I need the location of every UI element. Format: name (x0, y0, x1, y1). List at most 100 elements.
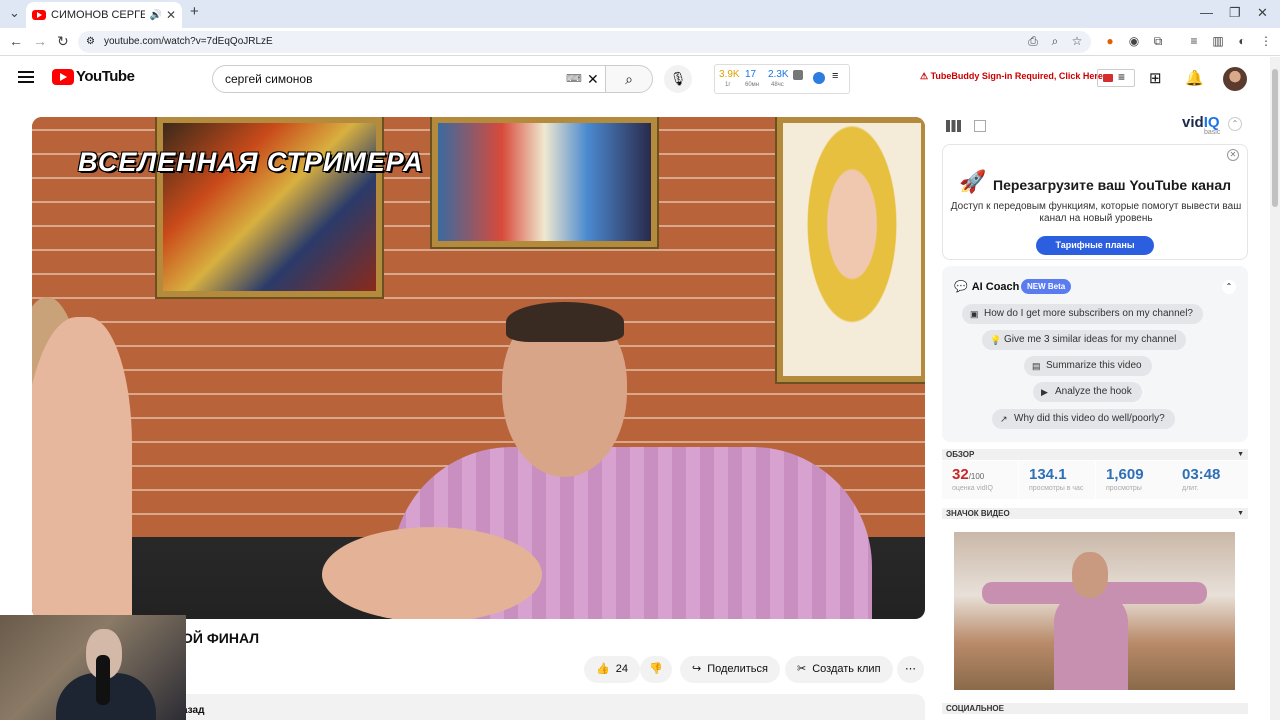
clear-search-icon[interactable]: ✕ (587, 66, 599, 92)
browser-tabstrip: ⌄ СИМОНОВ СЕРГЕЙ - МОЙ 🔊 ✕ + — ❐ ✕ (0, 0, 1280, 28)
site-info-icon[interactable]: ⚙ (86, 31, 95, 53)
views-per-hour: 134.1 (1029, 466, 1067, 483)
new-tab-icon[interactable]: + (190, 3, 199, 20)
browser-tab[interactable]: СИМОНОВ СЕРГЕЙ - МОЙ 🔊 ✕ (26, 2, 182, 28)
tubebuddy-signin-link[interactable]: ⚠ TubeBuddy Sign-in Required, Click Here (920, 71, 1103, 82)
analytics-icon[interactable] (974, 120, 986, 132)
views-count: 1,609 (1106, 466, 1144, 483)
more-actions-button[interactable]: ⋯ (897, 656, 924, 683)
ai-coach-panel: 💬 AI Coach NEW Beta ⌃ ▣ How do I get more… (942, 266, 1248, 442)
widget-menu-icon[interactable]: ≡ (832, 70, 838, 82)
scissors-icon: ✂ (797, 663, 807, 675)
youtube-favicon-icon (32, 10, 46, 20)
reload-icon[interactable]: ↻ (57, 33, 69, 50)
webcam-overlay (0, 615, 186, 720)
browser-menu-icon[interactable]: ⋮ (1259, 34, 1273, 48)
youtube-play-icon (52, 68, 74, 85)
create-clip-button[interactable]: ✂ Создать клип (785, 656, 893, 683)
tab-search-chevron-icon[interactable]: ⌄ (9, 5, 20, 21)
close-tab-icon[interactable]: ✕ (166, 8, 176, 22)
thumbnail-body (1054, 592, 1128, 690)
vidiq-toolbar: vidIQ basic ⌃ (942, 112, 1248, 140)
collapse-vidiq-icon[interactable]: ⌃ (1228, 117, 1242, 131)
extensions-puzzle-icon[interactable]: ⧉ (1151, 34, 1165, 48)
hamburger-menu-icon[interactable] (18, 71, 34, 83)
coach-question-ideas[interactable]: 💡 Give me 3 similar ideas for my channel (982, 330, 1187, 350)
vidiq-score: 32 (952, 466, 969, 483)
man-hand (322, 527, 542, 619)
video-icon: ▣ (970, 309, 979, 319)
side-panel-icon[interactable]: ▥ (1211, 34, 1225, 48)
microphone-icon: 🎙 (669, 71, 687, 86)
coach-question-performance[interactable]: ↗ Why did this video do well/poorly? (992, 409, 1175, 429)
like-button[interactable]: 👍 24 (584, 656, 640, 683)
restore-icon[interactable]: ❐ (1229, 5, 1241, 21)
new-beta-badge: NEW Beta (1021, 279, 1072, 294)
page-scrollbar[interactable] (1270, 57, 1280, 720)
tubebuddy-list-icon: ≡ (1118, 70, 1126, 84)
browser-toolbar: ← → ↻ ⚙ youtube.com/watch?v=7dEqQoJRLzE (0, 28, 1280, 56)
youtube-header: YouTube сергей симонов ⌨ ✕ ⌕ 🎙 3.9K 1г 1… (0, 57, 1270, 99)
thumbnail-head (1072, 552, 1108, 598)
overview-section-header[interactable]: ОБЗОР ▼ (942, 449, 1248, 460)
share-icon: ↪ (692, 663, 702, 675)
bookmark-star-icon[interactable]: ☆ (1070, 34, 1084, 48)
create-video-icon[interactable]: ⊞ (1149, 69, 1162, 87)
dislike-button[interactable]: 👎 (640, 656, 672, 683)
notifications-bell-icon[interactable]: 🔔 (1185, 69, 1204, 87)
install-app-icon[interactable]: ⎙ (1026, 34, 1040, 48)
vidiq-plan-label: basic (1204, 129, 1221, 136)
profile-icon[interactable]: ◐ (1235, 34, 1249, 48)
webcam-microphone (96, 655, 110, 705)
voice-search-button[interactable]: 🎙 (664, 65, 692, 93)
stat-value-1: 3.9K (719, 69, 740, 80)
speaker-icon[interactable]: 🔊 (149, 10, 161, 21)
video-length: 03:48 (1182, 466, 1221, 483)
woman-figure (32, 317, 132, 619)
forward-icon[interactable]: → (33, 33, 47, 49)
thumbnail-section-header[interactable]: ЗНАЧОК ВИДЕО ▼ (942, 508, 1248, 519)
zoom-icon[interactable]: ⌕ (1048, 34, 1062, 48)
close-window-icon[interactable]: ✕ (1257, 5, 1268, 21)
grid-view-icon[interactable] (946, 120, 961, 132)
youtube-logo[interactable]: YouTube (52, 68, 135, 85)
score-label: оценка vidIQ (952, 485, 993, 492)
extension-logo-icon[interactable] (813, 72, 825, 84)
close-promo-icon[interactable]: ✕ (1227, 149, 1239, 161)
chart-icon[interactable] (793, 70, 803, 80)
coach-question-summarize[interactable]: ▤ Summarize this video (1024, 356, 1152, 376)
vidiq-promo-card: ✕ 🚀 Перезагрузите ваш YouTube канал Дост… (942, 144, 1248, 260)
search-input[interactable]: сергей симонов ⌨ ✕ (212, 65, 612, 93)
man-hair (506, 302, 624, 342)
video-player[interactable]: ВСЕЛЕННАЯ СТРИМЕРА (32, 117, 925, 619)
url-text: youtube.com/watch?v=7dEqQoJRLzE (104, 36, 273, 47)
extension-fire-icon[interactable]: ● (1103, 34, 1117, 48)
thumbs-up-icon: 👍 (596, 663, 610, 675)
back-icon[interactable]: ← (9, 33, 23, 49)
coach-question-hook[interactable]: ▶ Analyze the hook (1033, 382, 1142, 402)
collapse-coach-icon[interactable]: ⌃ (1222, 280, 1236, 294)
video-thumbnail[interactable] (954, 532, 1235, 690)
pricing-plans-button[interactable]: Тарифные планы (1036, 236, 1154, 255)
search-icon: ⌕ (625, 71, 633, 87)
expand-arrow-icon: ▼ (1237, 510, 1244, 517)
views-per-hour-cell: 134.1 просмотры в час (1019, 461, 1095, 499)
user-avatar[interactable] (1223, 67, 1247, 91)
document-icon: ▤ (1032, 361, 1041, 371)
tubebuddy-menu-button[interactable]: ≡ (1097, 69, 1135, 87)
coach-question-subscribers[interactable]: ▣ How do I get more subscribers on my cha… (962, 304, 1203, 324)
address-bar[interactable]: ⚙ youtube.com/watch?v=7dEqQoJRLzE (78, 31, 1091, 53)
thumbs-down-icon: 👎 (649, 663, 663, 675)
channel-stats-widget[interactable]: 3.9K 1г 17 60мн 2.3K 48чс ≡ (714, 64, 850, 94)
search-button[interactable]: ⌕ (605, 65, 653, 93)
scrollbar-thumb[interactable] (1272, 69, 1278, 207)
keyboard-icon[interactable]: ⌨ (566, 66, 582, 92)
share-button[interactable]: ↪ Поделиться (680, 656, 780, 683)
rocket-icon: 🚀 (959, 169, 987, 194)
tubebuddy-logo-icon (1103, 74, 1113, 82)
minimize-icon[interactable]: — (1200, 5, 1213, 20)
reading-list-icon[interactable]: ≡ (1187, 34, 1201, 48)
social-section-header[interactable]: СОЦИАЛЬНОЕ (942, 703, 1248, 714)
expand-arrow-icon: ▼ (1237, 451, 1244, 458)
extension-circle-icon[interactable]: ◉ (1127, 34, 1141, 48)
